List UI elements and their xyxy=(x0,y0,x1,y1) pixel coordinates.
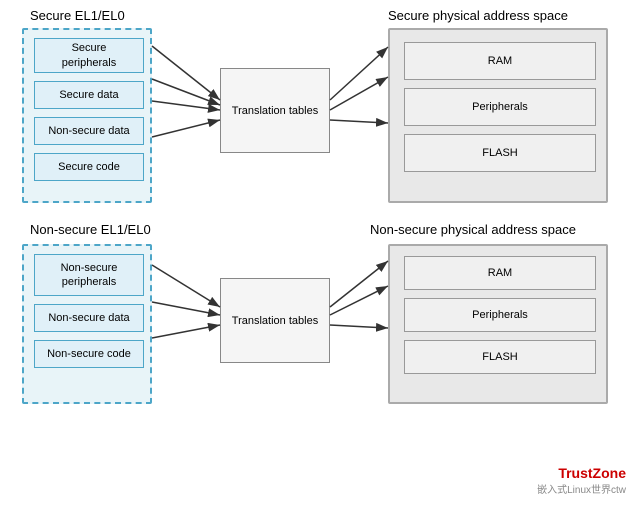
nonsecure-phys-label: Non-secure physical address space xyxy=(370,222,576,237)
flash-bottom-box: FLASH xyxy=(404,340,596,374)
secure-phys-group: RAM Peripherals FLASH xyxy=(388,28,608,203)
nonsecure-el-group: Non-secureperipherals Non-secure data No… xyxy=(22,244,152,404)
secure-el-group: Secureperipherals Secure data Non-secure… xyxy=(22,28,152,203)
secure-phys-label: Secure physical address space xyxy=(388,8,568,23)
nonsecure-el-label: Non-secure EL1/EL0 xyxy=(30,222,151,237)
translation-table-top: Translation tables xyxy=(220,68,330,153)
nonsecure-data-top-box: Non-secure data xyxy=(34,117,144,145)
ram-bottom-box: RAM xyxy=(404,256,596,290)
nonsecure-phys-group: RAM Peripherals FLASH xyxy=(388,244,608,404)
peripherals-top-box: Peripherals xyxy=(404,88,596,126)
peripherals-bottom-box: Peripherals xyxy=(404,298,596,332)
watermark-brand: TrustZone xyxy=(537,465,626,481)
nonsecure-code-box: Non-secure code xyxy=(34,340,144,368)
flash-top-box: FLASH xyxy=(404,134,596,172)
translation-table-bottom: Translation tables xyxy=(220,278,330,363)
nonsecure-peripherals-box: Non-secureperipherals xyxy=(34,254,144,296)
secure-code-box: Secure code xyxy=(34,153,144,181)
watermark: TrustZone 嵌入式Linux世界ctw xyxy=(537,465,626,496)
nonsecure-data-bottom-box: Non-secure data xyxy=(34,304,144,332)
secure-data-box: Secure data xyxy=(34,81,144,109)
secure-el-label: Secure EL1/EL0 xyxy=(30,8,125,23)
secure-peripherals-box: Secureperipherals xyxy=(34,38,144,73)
ram-top-box: RAM xyxy=(404,42,596,80)
diagram-container: Secure EL1/EL0 Secure physical address s… xyxy=(0,0,640,508)
watermark-site: 嵌入式Linux世界ctw xyxy=(537,481,626,496)
